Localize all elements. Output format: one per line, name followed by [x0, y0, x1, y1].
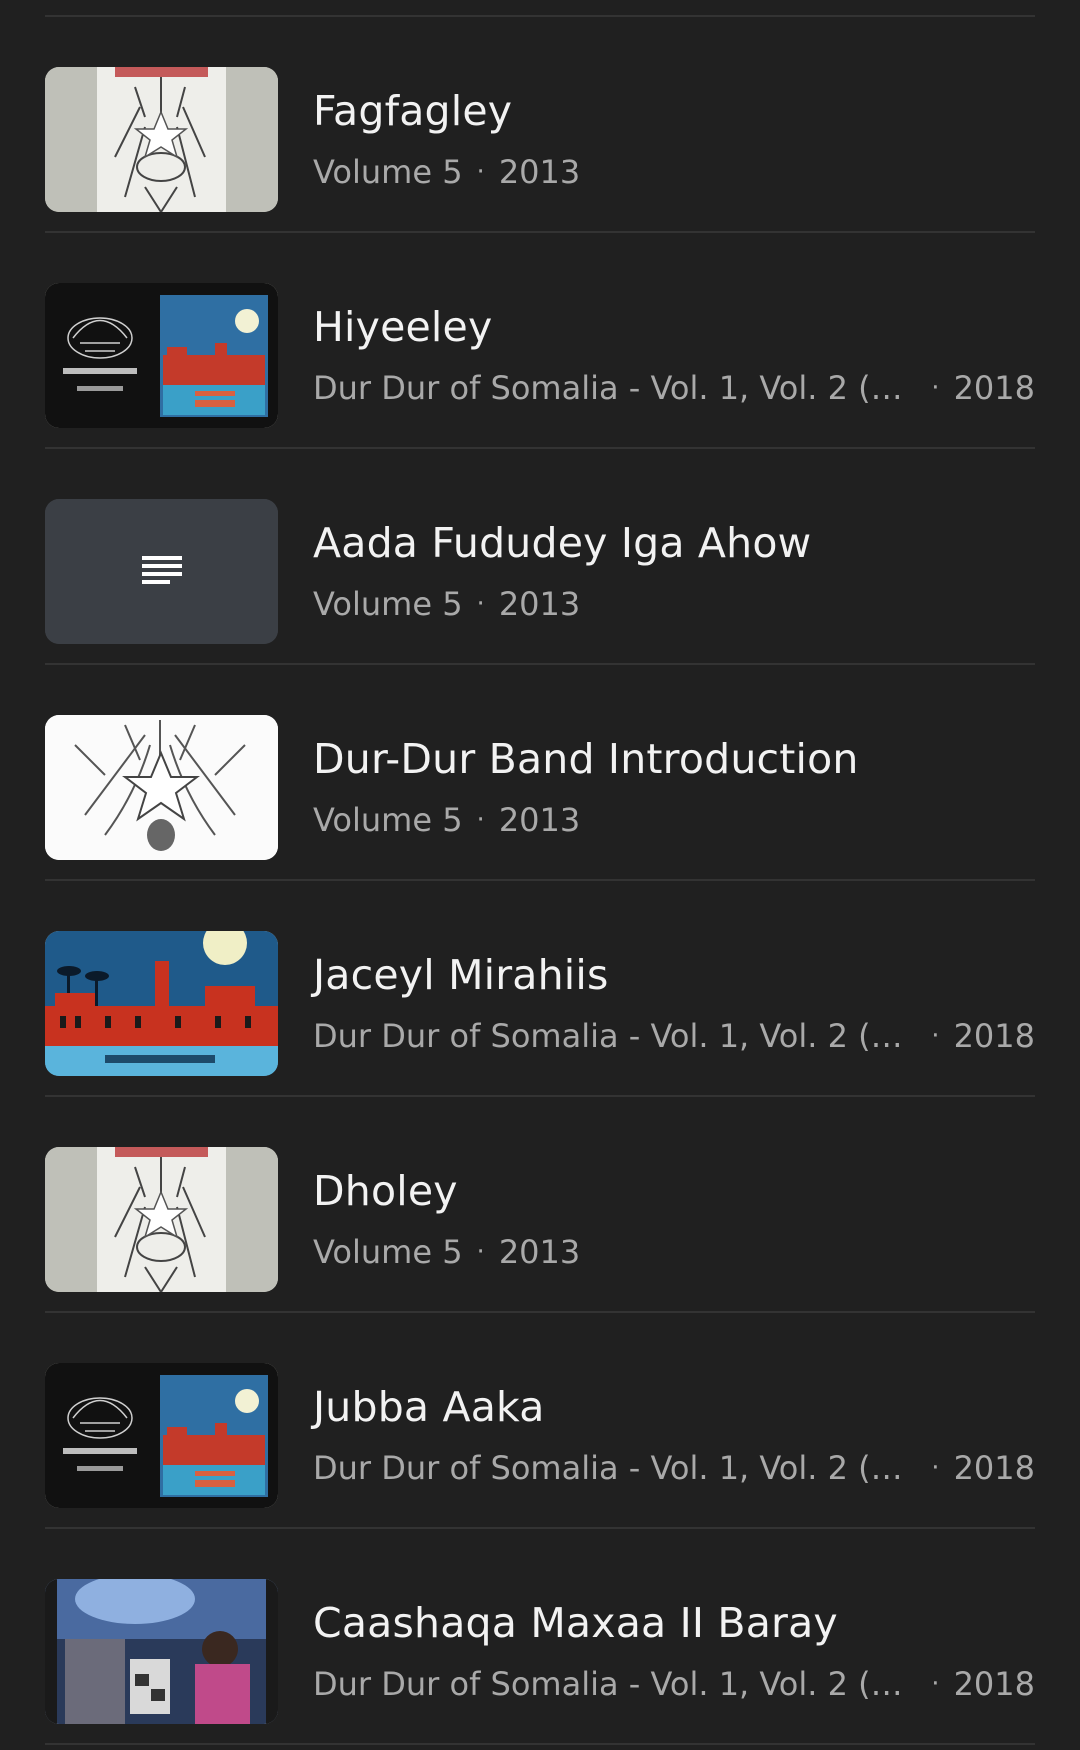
release-year: 2018	[953, 1017, 1035, 1055]
song-meta: Dur Dur of Somalia - Vol. 1, Vol. 2 (Ana…	[313, 369, 1035, 407]
song-meta: Volume 5 · 2013	[313, 585, 1035, 623]
lyrics-placeholder-icon	[45, 499, 278, 644]
song-row[interactable]: Jubba Aaka Dur Dur of Somalia - Vol. 1, …	[0, 1313, 1080, 1528]
release-year: 2018	[953, 369, 1035, 407]
song-meta: Dur Dur of Somalia - Vol. 1, Vol. 2 (Ana…	[313, 1017, 1035, 1055]
album-name: Dur Dur of Somalia - Vol. 1, Vol. 2 (Ana…	[313, 369, 917, 407]
song-title: Dholey	[313, 1167, 458, 1215]
song-row[interactable]: Caashaqa Maxaa II Baray Dur Dur of Somal…	[0, 1529, 1080, 1744]
meta-separator: ·	[476, 157, 485, 187]
album-name: Dur Dur of Somalia - Vol. 1, Vol. 2 (Ana…	[313, 1665, 917, 1703]
meta-separator: ·	[476, 589, 485, 619]
star-hands-art	[45, 715, 278, 860]
song-meta: Volume 5 · 2013	[313, 1233, 1035, 1271]
song-row[interactable]: Aada Fududey Iga Ahow Volume 5 · 2013	[0, 449, 1080, 664]
meta-separator: ·	[476, 1237, 485, 1267]
album-art-thumbnail	[45, 67, 278, 212]
album-art-thumbnail	[45, 931, 278, 1076]
album-name: Dur Dur of Somalia - Vol. 1, Vol. 2 (Ana…	[313, 1017, 917, 1055]
analog-africa-art	[45, 283, 278, 428]
city-night-art	[45, 931, 278, 1076]
album-name: Volume 5	[313, 801, 463, 839]
meta-separator: ·	[931, 1453, 940, 1483]
album-art-thumbnail	[45, 1147, 278, 1292]
album-art-thumbnail	[45, 715, 278, 860]
song-title: Fagfagley	[313, 87, 513, 135]
album-name: Volume 5	[313, 153, 463, 191]
song-row[interactable]: Dur-Dur Band Introduction Volume 5 · 201…	[0, 665, 1080, 880]
release-year: 2018	[953, 1449, 1035, 1487]
album-art-thumbnail	[45, 1363, 278, 1508]
divider	[45, 1743, 1035, 1745]
release-year: 2018	[953, 1665, 1035, 1703]
album-art-thumbnail	[45, 283, 278, 428]
star-hands-art	[45, 1147, 278, 1292]
meta-separator: ·	[931, 373, 940, 403]
song-row[interactable]: Fagfagley Volume 5 · 2013	[0, 17, 1080, 232]
song-row[interactable]: Hiyeeley Dur Dur of Somalia - Vol. 1, Vo…	[0, 233, 1080, 448]
meta-separator: ·	[931, 1669, 940, 1699]
album-name: Dur Dur of Somalia - Vol. 1, Vol. 2 (Ana…	[313, 1449, 917, 1487]
song-title: Dur-Dur Band Introduction	[313, 735, 859, 783]
release-year: 2013	[498, 801, 581, 839]
song-title: Jaceyl Mirahiis	[313, 951, 609, 999]
song-row[interactable]: Jaceyl Mirahiis Dur Dur of Somalia - Vol…	[0, 881, 1080, 1096]
album-name: Volume 5	[313, 585, 463, 623]
analog-africa-art	[45, 1363, 278, 1508]
release-year: 2013	[498, 585, 581, 623]
release-year: 2013	[498, 153, 581, 191]
album-art-thumbnail	[45, 1579, 278, 1724]
song-row[interactable]: Dholey Volume 5 · 2013	[0, 1097, 1080, 1312]
song-title: Caashaqa Maxaa II Baray	[313, 1599, 838, 1647]
meta-separator: ·	[476, 805, 485, 835]
album-name: Volume 5	[313, 1233, 463, 1271]
song-meta: Dur Dur of Somalia - Vol. 1, Vol. 2 (Ana…	[313, 1449, 1035, 1487]
song-meta: Dur Dur of Somalia - Vol. 1, Vol. 2 (Ana…	[313, 1665, 1035, 1703]
song-title: Jubba Aaka	[313, 1383, 545, 1431]
video-still-art	[45, 1579, 278, 1724]
release-year: 2013	[498, 1233, 581, 1271]
song-title: Hiyeeley	[313, 303, 493, 351]
song-meta: Volume 5 · 2013	[313, 801, 1035, 839]
song-meta: Volume 5 · 2013	[313, 153, 1035, 191]
star-hands-art	[45, 67, 278, 212]
meta-separator: ·	[931, 1021, 940, 1051]
album-art-thumbnail	[45, 499, 278, 644]
song-title: Aada Fududey Iga Ahow	[313, 519, 812, 567]
